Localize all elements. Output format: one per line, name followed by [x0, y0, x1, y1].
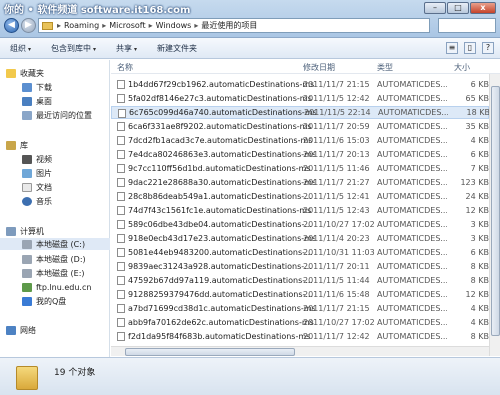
drive-icon: [22, 254, 32, 264]
table-row-selected[interactable]: 6c765c099d46a740.automaticDestinations-m…: [111, 106, 490, 119]
table-row[interactable]: 9839aec31243a928.automaticDestinations-.…: [111, 260, 489, 273]
sidebar-item-network[interactable]: 网络: [6, 324, 116, 336]
breadcrumb-microsoft[interactable]: Microsoft: [107, 21, 147, 30]
vertical-scrollbar[interactable]: [489, 74, 500, 356]
file-icon: [117, 192, 125, 201]
breadcrumb-recent-items[interactable]: 最近使用的项目: [199, 20, 259, 31]
file-icon: [117, 290, 125, 299]
download-icon: [22, 82, 32, 92]
forward-button[interactable]: ▶: [21, 18, 36, 33]
file-icon: [117, 220, 125, 229]
organize-menu[interactable]: 组织 ▾: [10, 43, 31, 54]
horizontal-scrollbar[interactable]: [111, 346, 489, 356]
help-icon[interactable]: ?: [482, 42, 494, 54]
scrollbar-thumb[interactable]: [491, 86, 500, 336]
preview-pane-icon[interactable]: ▯: [464, 42, 476, 54]
address-bar[interactable]: ▸ Roaming ▸ Microsoft ▸ Windows ▸ 最近使用的项…: [38, 18, 430, 33]
command-toolbar: 组织 ▾ 包含到库中 ▾ 共享 ▾ 新建文件夹 ≡ ▯ ?: [0, 38, 500, 59]
table-row[interactable]: 9dac221e28688a30.automaticDestinations-m…: [111, 176, 489, 189]
breadcrumb-roaming[interactable]: Roaming: [62, 21, 101, 30]
table-row[interactable]: a7bd71699cd38d1c.automaticDestinations-m…: [111, 302, 489, 315]
network-drive-icon: [22, 282, 32, 292]
search-input[interactable]: [438, 18, 496, 33]
column-header: 名称 修改日期 类型 大小: [111, 60, 500, 74]
computer-icon: [6, 226, 16, 236]
file-icon: [118, 109, 126, 118]
table-row[interactable]: 6ca6f331ae8f9202.automaticDestinations-m…: [111, 120, 489, 133]
table-row[interactable]: 5fa02df8146e27c3.automaticDestinations-m…: [111, 92, 489, 105]
documents-icon: [22, 182, 32, 192]
folder-icon: [16, 366, 38, 390]
sidebar-item-favorites[interactable]: 收藏夹: [6, 67, 116, 79]
file-icon: [117, 234, 125, 243]
table-row[interactable]: 47592b67dd97a119.automaticDestinations-.…: [111, 274, 489, 287]
table-row[interactable]: f2d1da95f84f683b.automaticDestinations-m…: [111, 330, 489, 343]
table-row[interactable]: 589c06dbe43dbe04.automaticDestinations-.…: [111, 218, 489, 231]
table-row[interactable]: 7e4dca80246863e3.automaticDestinations-m…: [111, 148, 489, 161]
close-button[interactable]: x: [470, 2, 496, 14]
video-icon: [22, 154, 32, 164]
music-icon: [22, 196, 32, 206]
file-icon: [117, 206, 125, 215]
file-icon: [117, 136, 125, 145]
back-button[interactable]: ◀: [4, 18, 19, 33]
table-row[interactable]: 5081e44eb9483200.automaticDestinations-.…: [111, 246, 489, 259]
desktop-icon: [22, 96, 32, 106]
sidebar-item-computer[interactable]: 计算机: [6, 225, 116, 237]
pictures-icon: [22, 168, 32, 178]
view-options-icon[interactable]: ≡: [446, 42, 458, 54]
table-row[interactable]: abb9fa70162de62c.automaticDestinations-m…: [111, 316, 489, 329]
table-row[interactable]: 28c8b86deab549a1.automaticDestinations-.…: [111, 190, 489, 203]
minimize-button[interactable]: –: [424, 2, 446, 14]
recent-places-icon: [22, 110, 32, 120]
sidebar-item-disk-c[interactable]: 本地磁盘 (C:): [0, 238, 110, 250]
file-icon: [117, 318, 125, 327]
navigation-pane: 收藏夹 下载 桌面 最近访问的位置 库 视频 图片 文档 音乐 计算机 本地磁盘…: [0, 60, 110, 357]
file-icon: [117, 262, 125, 271]
table-row[interactable]: 9c7cc110ff56d1bd.automaticDestinations-m…: [111, 162, 489, 175]
file-icon: [117, 94, 125, 103]
file-icon: [117, 150, 125, 159]
breadcrumb-windows[interactable]: Windows: [154, 21, 194, 30]
scrollbar-thumb[interactable]: [125, 348, 295, 356]
drive-icon: [22, 268, 32, 278]
column-name[interactable]: 名称: [117, 62, 133, 73]
title-bar: 你的 • 软件频道 software.it168.com – □ x ◀ ▶ ▸…: [0, 0, 500, 38]
include-in-library-menu[interactable]: 包含到库中 ▾: [51, 43, 96, 54]
share-menu[interactable]: 共享 ▾: [116, 43, 137, 54]
watermark: 你的 • 软件频道 software.it168.com: [4, 5, 191, 16]
library-icon: [6, 140, 16, 150]
file-icon: [117, 80, 125, 89]
network-icon: [6, 325, 16, 335]
file-icon: [117, 276, 125, 285]
column-date[interactable]: 修改日期: [303, 62, 335, 73]
column-size[interactable]: 大小: [454, 62, 470, 73]
chevron-down-icon: ▾: [93, 45, 97, 53]
column-type[interactable]: 类型: [377, 62, 393, 73]
file-icon: [117, 178, 125, 187]
table-row[interactable]: 918e0ecb43d17e23.automaticDestinations-m…: [111, 232, 489, 245]
drive-icon: [22, 239, 32, 249]
sidebar-item-libraries[interactable]: 库: [6, 139, 116, 151]
table-row[interactable]: 1b4dd67f29cb1962.automaticDestinations-m…: [111, 78, 489, 91]
table-row[interactable]: 74d7f43c1561fc1e.automaticDestinations-m…: [111, 204, 489, 217]
file-icon: [117, 332, 125, 341]
cloud-drive-icon: [22, 296, 32, 306]
maximize-button[interactable]: □: [447, 2, 469, 14]
new-folder-button[interactable]: 新建文件夹: [157, 43, 197, 54]
chevron-down-icon: ▾: [28, 45, 32, 53]
file-icon: [117, 122, 125, 131]
item-count: 19 个对象: [54, 368, 96, 378]
chevron-down-icon: ▾: [134, 45, 138, 53]
table-row[interactable]: 91288259379476dd.automaticDestinations-.…: [111, 288, 489, 301]
table-row[interactable]: 7dcd2fb1acad3c7e.automaticDestinations-m…: [111, 134, 489, 147]
file-icon: [117, 164, 125, 173]
details-pane: 19 个对象: [0, 357, 500, 395]
star-icon: [6, 68, 16, 78]
file-icon: [117, 304, 125, 313]
file-icon: [117, 248, 125, 257]
folder-icon: [42, 21, 53, 30]
